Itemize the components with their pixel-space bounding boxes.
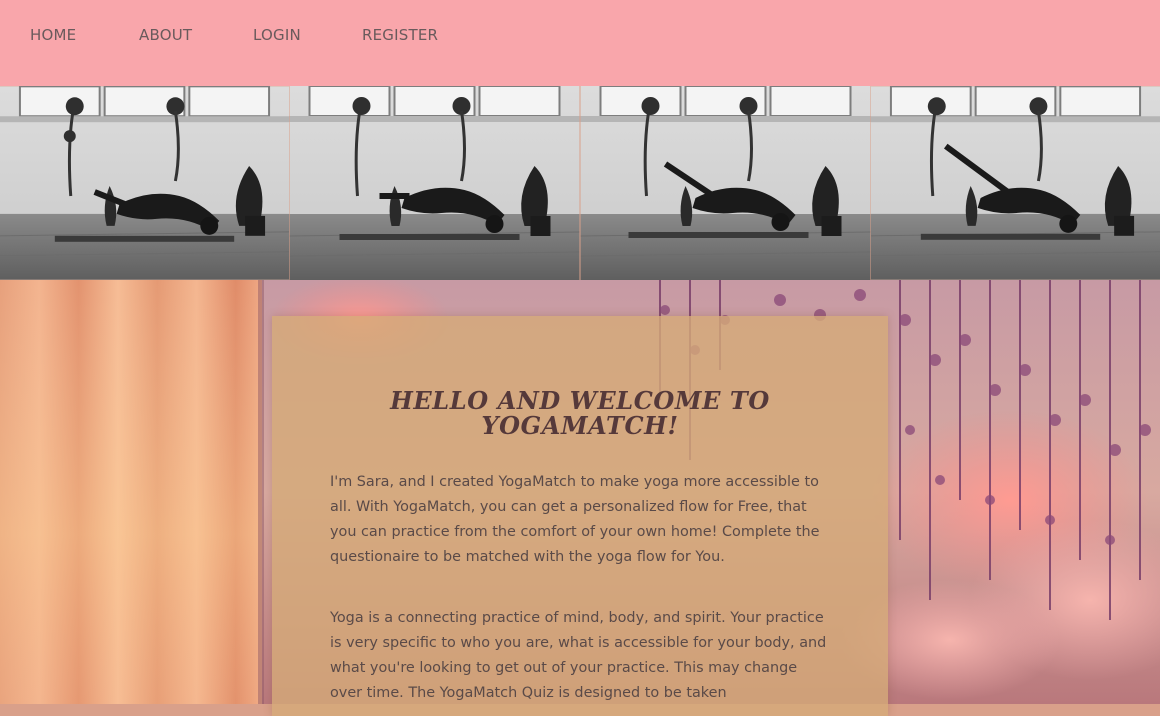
nav-register-link[interactable]: REGISTER <box>362 26 438 44</box>
about-yoga-paragraph: Yoga is a connecting practice of mind, b… <box>330 610 827 701</box>
yoga-photo-strip <box>0 86 1160 280</box>
yoga-photo-1 <box>0 86 289 280</box>
intro-paragraph: I'm Sara, and I created YogaMatch to mak… <box>330 474 820 565</box>
nav-home-link[interactable]: HOME <box>30 26 76 44</box>
nav-about-link[interactable]: ABOUT <box>139 26 192 44</box>
yoga-photo-4 <box>871 86 1160 280</box>
top-nav: HOME ABOUT LOGIN REGISTER <box>0 0 1160 86</box>
nav-login-link[interactable]: LOGIN <box>253 26 301 44</box>
yoga-photo-2 <box>289 86 580 280</box>
welcome-card: Hello and welcome to YogaMatch! I'm Sara… <box>272 316 888 716</box>
welcome-title: Hello and welcome to YogaMatch! <box>390 386 770 440</box>
yoga-photo-3 <box>580 86 871 280</box>
